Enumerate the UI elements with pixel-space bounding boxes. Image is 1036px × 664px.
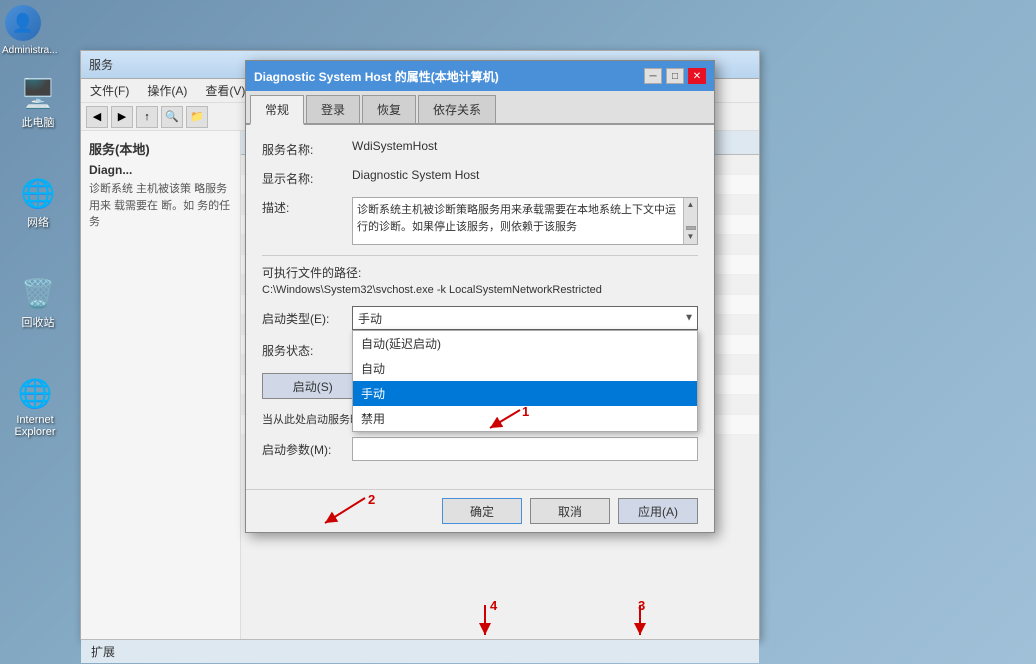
service-name-row: 服务名称: WdiSystemHost [262, 139, 698, 158]
tab-general[interactable]: 常规 [250, 95, 304, 125]
params-label: 启动参数(M): [262, 441, 352, 458]
desktop-icon-recycle[interactable]: 🗑️ 回收站 [8, 275, 68, 330]
properties-dialog: Diagnostic System Host 的属性(本地计算机) ─ □ ✕ … [245, 60, 715, 533]
toolbar-folders[interactable]: 📁 [186, 106, 208, 128]
desktop-icon-network[interactable]: 🌐 网络 [8, 175, 68, 230]
params-row: 启动参数(M): [262, 437, 698, 461]
services-title: 服务 [89, 56, 113, 73]
toolbar-up[interactable]: ↑ [136, 106, 158, 128]
description-scrollbar[interactable]: ▲ ▼ [683, 198, 697, 244]
tab-dependencies[interactable]: 依存关系 [418, 95, 496, 123]
desktop-icon-ie[interactable]: 🌐 Internet Explorer [5, 375, 65, 438]
ie-icon-label: Internet Explorer [5, 414, 65, 438]
description-text: 诊断系统主机被诊断策略服务用来承载需要在本地系统上下文中运行的诊断。如果停止该服… [357, 202, 693, 235]
dialog-titlebar: Diagnostic System Host 的属性(本地计算机) ─ □ ✕ [246, 61, 714, 91]
toolbar-back[interactable]: ◀ [86, 106, 108, 128]
option-auto[interactable]: 自动 [353, 356, 697, 381]
startup-type-row: 启动类型(E): 手动 ▼ 自动(延迟启动) 自动 手动 禁用 [262, 306, 698, 330]
dialog-tabs: 常规 登录 恢复 依存关系 [246, 91, 714, 125]
display-name-row: 显示名称: Diagnostic System Host [262, 168, 698, 187]
network-icon: 🌐 [20, 175, 56, 211]
menu-action[interactable]: 操作(A) [143, 80, 191, 101]
desktop-icon-computer[interactable]: 🖥️ 此电脑 [8, 75, 68, 130]
ie-icon: 🌐 [17, 375, 53, 411]
scroll-down[interactable]: ▼ [684, 230, 698, 244]
dialog-body: 服务名称: WdiSystemHost 显示名称: Diagnostic Sys… [246, 125, 714, 489]
separator-1 [262, 255, 698, 256]
menu-file[interactable]: 文件(F) [86, 80, 133, 101]
startup-type-dropdown[interactable]: 手动 ▼ 自动(延迟启动) 自动 手动 禁用 [352, 306, 698, 330]
startup-type-label: 启动类型(E): [262, 310, 352, 327]
window-controls: ─ □ ✕ [644, 68, 706, 84]
service-name-value: WdiSystemHost [352, 139, 698, 153]
display-name-value: Diagnostic System Host [352, 168, 698, 182]
avatar-icon: 👤 [5, 5, 41, 41]
description-label: 描述: [262, 197, 352, 216]
username-label: Administra... [2, 45, 58, 56]
toolbar-forward[interactable]: ▶ [111, 106, 133, 128]
option-disabled[interactable]: 禁用 [353, 406, 697, 431]
recycle-icon: 🗑️ [20, 275, 56, 311]
option-auto-delayed[interactable]: 自动(延迟启动) [353, 331, 697, 356]
desktop: 👤 Administra... 🖥️ 此电脑 🌐 网络 🗑️ 回收站 🌐 Int… [0, 0, 1036, 664]
tab-recover[interactable]: 恢复 [362, 95, 416, 123]
tab-login[interactable]: 登录 [306, 95, 360, 123]
startup-type-selected[interactable]: 手动 [352, 306, 698, 330]
maximize-button[interactable]: □ [666, 68, 684, 84]
cancel-button[interactable]: 取消 [530, 498, 610, 524]
close-button[interactable]: ✕ [688, 68, 706, 84]
dialog-footer: 确定 取消 应用(A) [246, 489, 714, 532]
dialog-title: Diagnostic System Host 的属性(本地计算机) [254, 68, 499, 85]
exec-path-label: 可执行文件的路径: [262, 264, 698, 281]
left-service-desc: 诊断系统 主机被该策 略服务用来 载需要在 断。如 务的任务 [89, 181, 232, 231]
ok-button[interactable]: 确定 [442, 498, 522, 524]
description-row: 描述: 诊断系统主机被诊断策略服务用来承载需要在本地系统上下文中运行的诊断。如果… [262, 197, 698, 245]
scroll-up[interactable]: ▲ [684, 198, 698, 212]
services-left-panel: 服务(本地) Diagn... 诊断系统 主机被该策 略服务用来 载需要在 断。… [81, 131, 241, 639]
status-label: 服务状态: [262, 342, 352, 359]
service-name-label: 服务名称: [262, 139, 352, 158]
params-input[interactable] [352, 437, 698, 461]
apply-button[interactable]: 应用(A) [618, 498, 698, 524]
network-icon-label: 网络 [27, 214, 49, 230]
minimize-button[interactable]: ─ [644, 68, 662, 84]
exec-path-value: C:\Windows\System32\svchost.exe -k Local… [262, 284, 698, 296]
menu-view[interactable]: 查看(V) [201, 80, 249, 101]
expand-label: 扩展 [91, 643, 115, 660]
option-manual[interactable]: 手动 [353, 381, 697, 406]
services-left-title: 服务(本地) [89, 139, 232, 158]
computer-icon-label: 此电脑 [22, 114, 55, 130]
left-service-name: Diagn... [89, 163, 232, 177]
expand-bar[interactable]: 扩展 [81, 639, 759, 663]
description-box: 诊断系统主机被诊断策略服务用来承载需要在本地系统上下文中运行的诊断。如果停止该服… [352, 197, 698, 245]
toolbar-search[interactable]: 🔍 [161, 106, 183, 128]
startup-type-options: 自动(延迟启动) 自动 手动 禁用 [352, 330, 698, 432]
start-button[interactable]: 启动(S) [262, 373, 364, 399]
recycle-icon-label: 回收站 [22, 314, 55, 330]
computer-icon: 🖥️ [20, 75, 56, 111]
display-name-label: 显示名称: [262, 168, 352, 187]
